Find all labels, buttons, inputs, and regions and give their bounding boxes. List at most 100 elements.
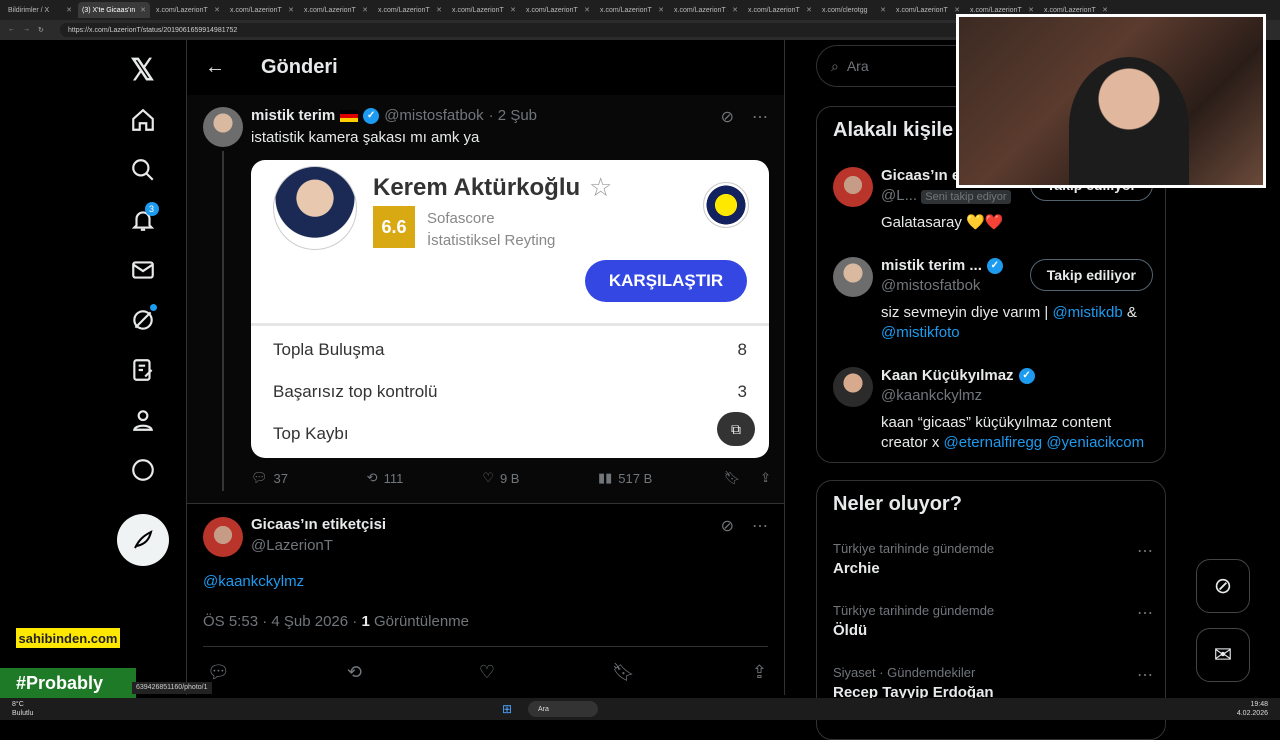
grok-float-icon[interactable]: ⊘ — [1196, 559, 1250, 613]
profile-icon[interactable] — [123, 400, 163, 440]
more-icon[interactable]: ⋯ — [1137, 541, 1153, 561]
mention-link[interactable]: @kaankckylmz — [203, 573, 304, 590]
webcam-overlay — [956, 14, 1266, 188]
author-handle[interactable]: @LazerionT — [251, 537, 333, 554]
weather-widget[interactable]: 8°C Bulutlu — [12, 700, 33, 718]
browser-tab[interactable]: x.com/LazerionT ✕ — [670, 2, 742, 18]
taskbar-clock[interactable]: 19:48 4.02.2026 — [1237, 700, 1268, 718]
bio-link[interactable]: @mistikdb — [1052, 304, 1122, 321]
browser-tab[interactable]: x.com/LazerionT ✕ — [892, 2, 964, 18]
following-button[interactable]: Takip ediliyor — [1029, 259, 1153, 291]
close-tab-icon[interactable]: ✕ — [362, 6, 368, 14]
url-field[interactable]: https://x.com/LazerionT/status/201906165… — [60, 23, 980, 37]
more-icon[interactable]: ⋯ — [1137, 665, 1153, 685]
tab-label: x.com/LazerionT — [1044, 6, 1096, 14]
close-tab-icon[interactable]: ✕ — [1102, 6, 1108, 14]
close-tab-icon[interactable]: ✕ — [954, 6, 960, 14]
like-button[interactable]: ♡ 9 B — [482, 470, 598, 486]
browser-tab[interactable]: x.com/LazerionT ✕ — [596, 2, 668, 18]
trend-item[interactable]: Türkiye tarihinde gündemde Öldü ⋯ — [833, 603, 1153, 639]
browser-tab[interactable]: x.com/LazerionT ✕ — [226, 2, 298, 18]
author-name[interactable]: mistik terim — [251, 107, 335, 124]
avatar[interactable] — [833, 167, 873, 207]
person-name[interactable]: mistik terim ... — [881, 257, 982, 274]
messages-float-icon[interactable]: ✉ — [1196, 628, 1250, 682]
notifications-bell-icon[interactable]: 3 — [123, 200, 163, 240]
share-icon[interactable]: ⇪ — [752, 662, 767, 683]
reload-icon[interactable]: ↻ — [38, 26, 44, 34]
search-icon[interactable] — [123, 150, 163, 190]
share-icon[interactable]: ⇪ — [760, 470, 771, 486]
compose-list-icon[interactable] — [123, 350, 163, 390]
grok-icon[interactable]: ⊘ — [721, 516, 734, 536]
close-tab-icon[interactable]: ✕ — [288, 6, 294, 14]
browser-tab[interactable]: (3) X'te Gicaas'ın ✕ — [78, 2, 150, 18]
grok-icon[interactable] — [123, 300, 163, 340]
close-tab-icon[interactable]: ✕ — [140, 6, 146, 14]
browser-tab[interactable]: x.com/clerotgg ✕ — [818, 2, 890, 18]
repost-button[interactable]: ⟲ 111 — [367, 470, 483, 486]
taskbar-search[interactable]: Ara — [528, 701, 598, 717]
tweet-media-image[interactable]: Kerem Aktürkoğlu ☆ 6.6 Sofascore İstatis… — [251, 160, 769, 458]
person-name[interactable]: Kaan Küçükyılmaz — [881, 367, 1014, 384]
author-name[interactable]: Gicaas’ın etiketçisi — [251, 516, 386, 533]
avatar[interactable] — [833, 367, 873, 407]
bio-link[interactable]: @mistikfoto — [881, 324, 960, 341]
trend-item[interactable]: Siyaset · Gündemdekiler Recep Tayyip Erd… — [833, 665, 1153, 701]
close-tab-icon[interactable]: ✕ — [510, 6, 516, 14]
more-icon[interactable]: ⋯ — [752, 107, 768, 127]
tweet-time[interactable]: ÖS 5:53 · 4 Şub 2026 · — [203, 613, 361, 630]
browser-tab[interactable]: x.com/LazerionT ✕ — [522, 2, 594, 18]
more-icon[interactable]: ⋯ — [752, 516, 768, 536]
avatar[interactable] — [833, 257, 873, 297]
browser-tab[interactable]: Bildirimler / X ✕ — [4, 2, 76, 18]
back-arrow-icon[interactable]: ← — [8, 26, 15, 34]
close-tab-icon[interactable]: ✕ — [880, 6, 886, 14]
heart-icon[interactable]: ♡ — [479, 662, 495, 683]
home-icon[interactable] — [123, 100, 163, 140]
weather-text: Bulutlu — [12, 710, 34, 717]
compose-post-button[interactable] — [116, 514, 169, 566]
quoted-parent-tweet[interactable]: mistik terim ✓ @mistosfatbok · 2 Şub ⊘ ⋯… — [187, 95, 784, 503]
trend-item[interactable]: Türkiye tarihinde gündemde Archie ⋯ — [833, 541, 1153, 577]
bio-link[interactable]: @eternalfiregg — [944, 434, 1043, 451]
bookmark-icon[interactable]: 🔖︎ — [724, 470, 741, 486]
tweet-timestamp: ÖS 5:53 · 4 Şub 2026 · 1 Görüntülenme — [203, 613, 469, 630]
messages-envelope-icon[interactable] — [123, 250, 163, 290]
image-scan-icon[interactable]: ⧉ — [717, 412, 755, 446]
reply-button[interactable]: 💬︎ 37 — [251, 470, 367, 486]
browser-tab[interactable]: x.com/LazerionT ✕ — [152, 2, 224, 18]
close-tab-icon[interactable]: ✕ — [214, 6, 220, 14]
more-options-icon[interactable] — [123, 450, 163, 490]
close-tab-icon[interactable]: ✕ — [732, 6, 738, 14]
avatar[interactable] — [203, 107, 243, 147]
close-tab-icon[interactable]: ✕ — [806, 6, 812, 14]
back-arrow-icon[interactable]: ← — [205, 56, 227, 79]
close-tab-icon[interactable]: ✕ — [658, 6, 664, 14]
repost-icon[interactable]: ⟲ — [347, 662, 362, 683]
views-button[interactable]: ▮▮ 517 B — [598, 470, 724, 486]
more-icon[interactable]: ⋯ — [1137, 603, 1153, 623]
person-bio: kaan “gicaas” küçükyılmaz content creato… — [881, 413, 1153, 453]
browser-tab[interactable]: x.com/LazerionT ✕ — [374, 2, 446, 18]
grok-icon[interactable]: ⊘ — [721, 107, 734, 127]
author-handle[interactable]: @mistosfatbok — [384, 107, 483, 124]
close-tab-icon[interactable]: ✕ — [584, 6, 590, 14]
page-header: ← Gönderi — [187, 40, 784, 94]
windows-start-icon[interactable]: ⊞ — [502, 702, 512, 716]
avatar[interactable] — [203, 517, 243, 557]
close-tab-icon[interactable]: ✕ — [66, 6, 72, 14]
close-tab-icon[interactable]: ✕ — [1028, 6, 1034, 14]
bio-link[interactable]: @yeniacikcom — [1046, 434, 1144, 451]
tweet-date[interactable]: · 2 Şub — [489, 107, 537, 124]
main-tweet[interactable]: Gicaas’ın etiketçisi @LazerionT ⊘ ⋯ @kaa… — [187, 503, 784, 695]
browser-tab[interactable]: x.com/LazerionT ✕ — [448, 2, 520, 18]
browser-tab[interactable]: x.com/LazerionT ✕ — [744, 2, 816, 18]
person-name[interactable]: Gicaas’ın e — [881, 167, 960, 184]
x-logo-icon[interactable]: 𝕏 — [123, 50, 163, 90]
reply-icon[interactable]: 💬︎ — [207, 662, 230, 683]
bookmark-icon[interactable]: 🔖︎ — [612, 662, 635, 683]
close-tab-icon[interactable]: ✕ — [436, 6, 442, 14]
browser-tab[interactable]: x.com/LazerionT ✕ — [300, 2, 372, 18]
forward-arrow-icon[interactable]: → — [23, 26, 30, 34]
